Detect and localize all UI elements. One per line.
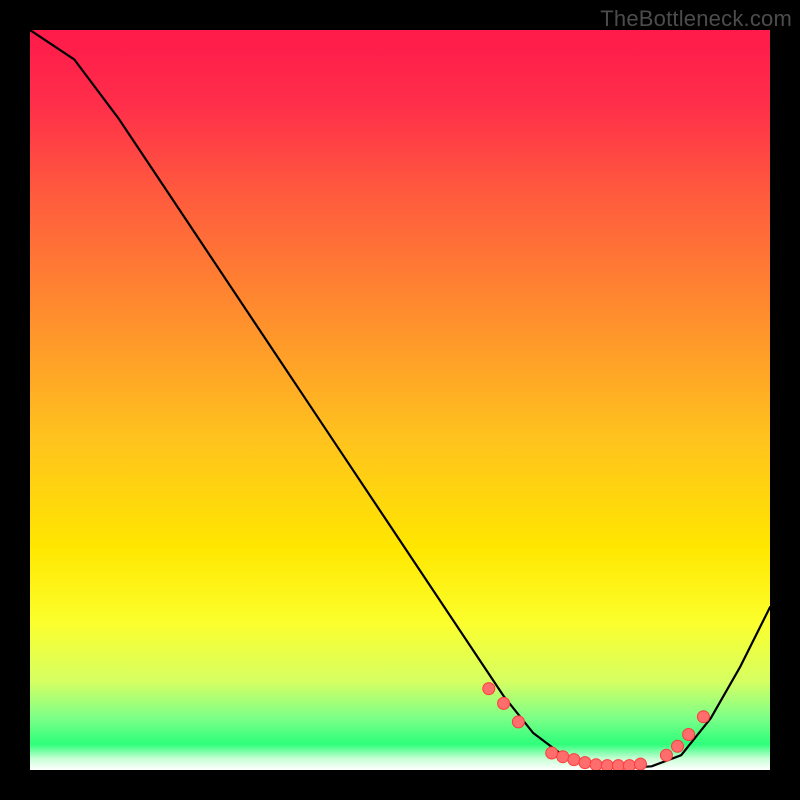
marker-dot — [579, 757, 591, 769]
marker-dot — [546, 747, 558, 759]
watermark-text: TheBottleneck.com — [600, 6, 792, 32]
marker-dot — [697, 711, 709, 723]
marker-dot — [683, 729, 695, 741]
marker-dot — [568, 754, 580, 766]
marker-dot — [635, 758, 647, 770]
bottleneck-chart — [30, 30, 770, 770]
marker-dot — [590, 759, 602, 770]
marker-dot — [483, 683, 495, 695]
marker-dot — [660, 749, 672, 761]
marker-dot — [498, 697, 510, 709]
marker-dot — [623, 760, 635, 770]
marker-dot — [512, 716, 524, 728]
gradient-background — [30, 30, 770, 770]
marker-dot — [557, 751, 569, 763]
chart-frame: TheBottleneck.com — [0, 0, 800, 800]
marker-dot — [672, 740, 684, 752]
marker-dot — [601, 760, 613, 770]
marker-dot — [612, 760, 624, 770]
